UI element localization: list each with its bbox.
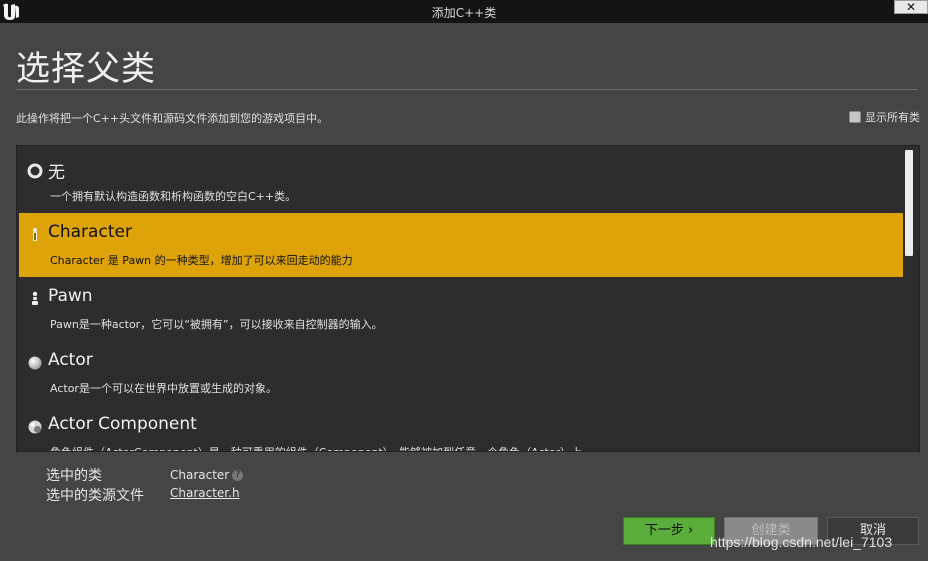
show-all-checkbox[interactable] [849, 111, 861, 123]
character-icon [33, 228, 37, 241]
class-description: Actor是一个可以在世界中放置或生成的对象。 [50, 382, 277, 395]
class-name: Actor Component [48, 414, 197, 434]
sphere-icon [28, 356, 42, 370]
page-title: 选择父类 [16, 49, 156, 89]
scrollbar-thumb[interactable] [905, 150, 913, 256]
selected-class-value: Character? [170, 468, 244, 482]
show-all-classes-toggle[interactable]: 显示所有类 [849, 109, 920, 125]
list-item-none[interactable]: 无 一个拥有默认构造函数和析构函数的空白C++类。 [19, 149, 903, 213]
component-icon [28, 420, 42, 434]
selected-class-name: Character [170, 468, 230, 482]
title-bar: 添加C++类 ✕ [0, 0, 928, 24]
window-title: 添加C++类 [431, 6, 497, 20]
empty-circle-icon [27, 163, 43, 179]
page-description: 此操作将把一个C++头文件和源码文件添加到您的游戏项目中。 [16, 112, 329, 125]
list-item-actor[interactable]: Actor Actor是一个可以在世界中放置或生成的对象。 [19, 341, 903, 405]
next-button[interactable]: 下一步 › [623, 517, 715, 545]
parent-class-list[interactable]: 无 一个拥有默认构造函数和析构函数的空白C++类。 Character Char… [16, 145, 920, 452]
list-item-pawn[interactable]: Pawn Pawn是一种actor，它可以“被拥有”，可以接收来自控制器的输入。 [19, 277, 903, 341]
class-name: Actor [48, 350, 93, 370]
divider [16, 89, 918, 90]
list-item-character[interactable]: Character Character 是 Pawn 的一种类型，增加了可以来回… [19, 213, 903, 277]
dialog-content: 选择父类 此操作将把一个C++头文件和源码文件添加到您的游戏项目中。 显示所有类… [0, 23, 928, 561]
class-name: 无 [48, 163, 65, 183]
list-item-actor-component[interactable]: Actor Component 角色组件（ActorComponent）是一种可… [19, 405, 903, 451]
class-description: 角色组件（ActorComponent）是一种可重用的组件（Component）… [50, 444, 582, 451]
list-scrollbar[interactable] [905, 150, 915, 448]
selected-source-link[interactable]: Character.h [170, 486, 240, 500]
close-button[interactable]: ✕ [894, 0, 928, 14]
selected-source-label: 选中的类源文件 [46, 488, 144, 504]
class-description: 一个拥有默认构造函数和析构函数的空白C++类。 [50, 190, 297, 203]
help-icon[interactable]: ? [232, 470, 244, 481]
selected-class-label: 选中的类 [46, 468, 102, 484]
class-description: Character 是 Pawn 的一种类型，增加了可以来回走动的能力 [50, 254, 353, 267]
pawn-icon [32, 291, 38, 305]
class-name: Pawn [48, 286, 93, 306]
class-name: Character [48, 222, 132, 242]
show-all-label: 显示所有类 [865, 111, 920, 124]
watermark-text: https://blog.csdn.net/lei_7103 [710, 534, 893, 550]
class-description: Pawn是一种actor，它可以“被拥有”，可以接收来自控制器的输入。 [50, 318, 383, 331]
